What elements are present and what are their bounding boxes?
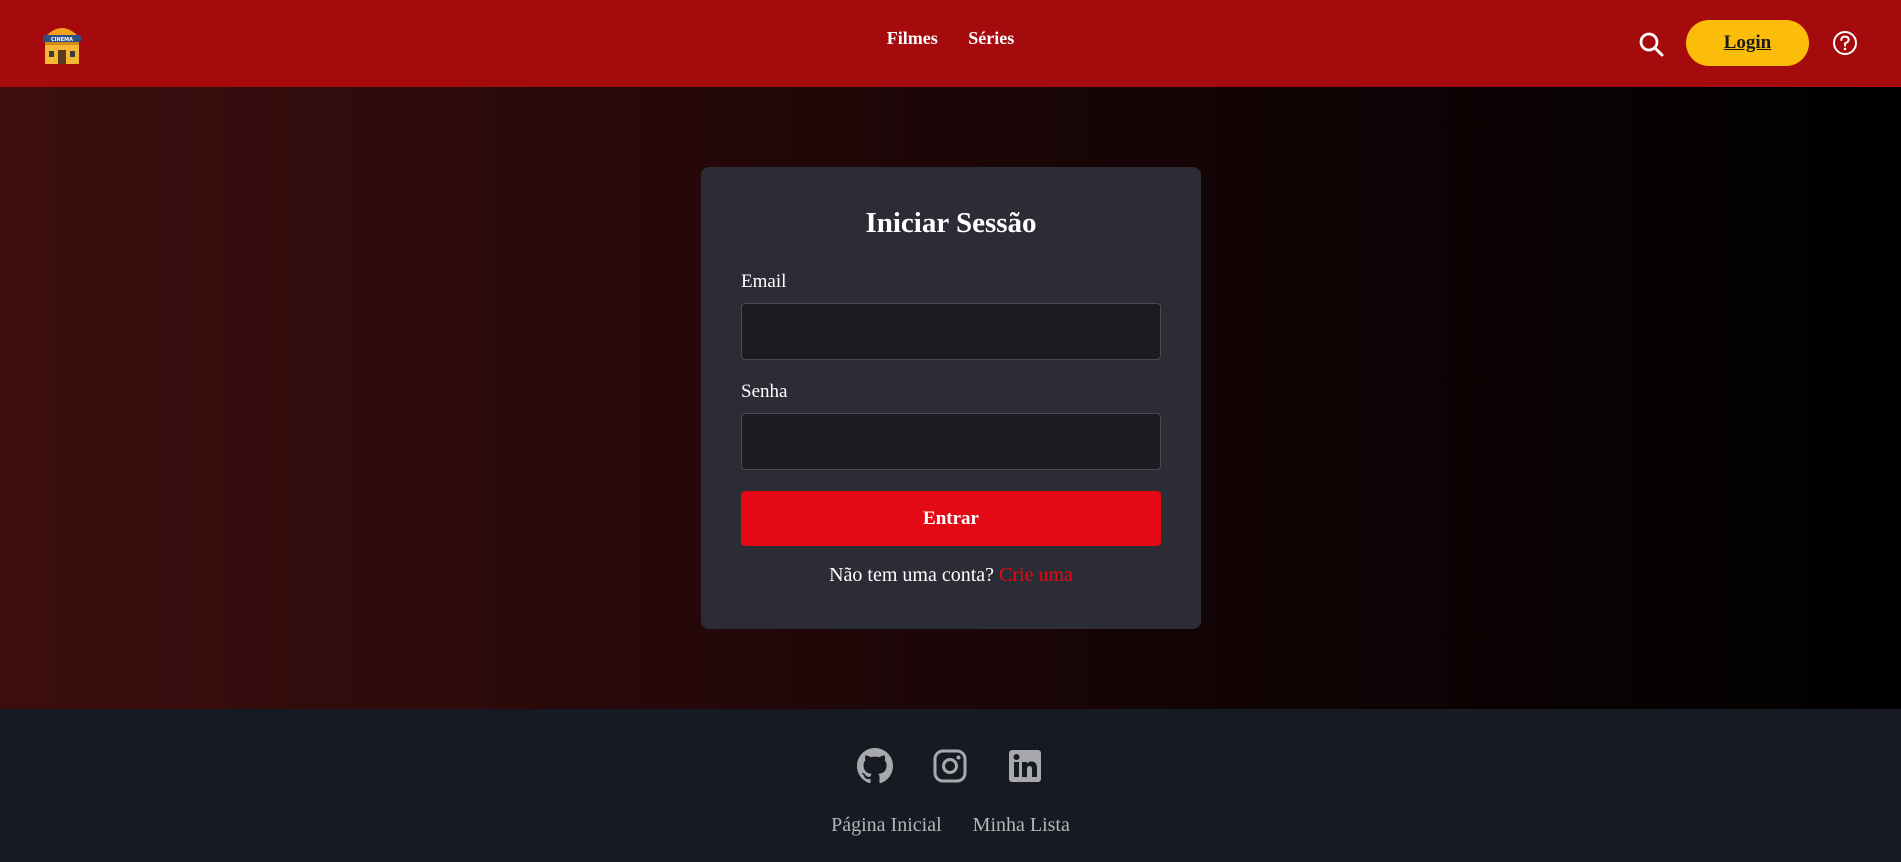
email-label: Email: [741, 271, 787, 292]
main-nav: Filmes Séries: [0, 28, 1901, 49]
github-icon[interactable]: [857, 748, 893, 784]
login-title: Iniciar Sessão: [865, 207, 1037, 239]
login-button[interactable]: Login: [1686, 20, 1809, 66]
password-label: Senha: [741, 381, 788, 402]
footer: Página Inicial Minha Lista: [0, 709, 1901, 862]
signup-link[interactable]: Crie uma: [999, 564, 1073, 586]
footer-link-my-list[interactable]: Minha Lista: [973, 814, 1070, 836]
linkedin-icon[interactable]: [1007, 748, 1043, 784]
signup-prompt: Não tem uma conta? Crie uma: [701, 564, 1201, 587]
search-icon[interactable]: [1638, 31, 1664, 57]
password-field[interactable]: [741, 413, 1161, 470]
nav-series[interactable]: Séries: [968, 28, 1014, 48]
top-navbar: CINEMA Filmes Séries Login: [0, 0, 1901, 87]
submit-button[interactable]: Entrar: [741, 491, 1161, 546]
email-field[interactable]: [741, 303, 1161, 360]
login-card: Iniciar Sessão Email Senha Entrar Não te…: [701, 167, 1201, 629]
signup-prompt-text: Não tem uma conta?: [829, 564, 995, 586]
instagram-icon[interactable]: [932, 748, 968, 784]
footer-links: Página Inicial Minha Lista: [0, 814, 1901, 837]
footer-link-home[interactable]: Página Inicial: [831, 814, 942, 836]
help-icon[interactable]: [1832, 30, 1858, 56]
nav-filmes[interactable]: Filmes: [887, 28, 938, 48]
login-section: Iniciar Sessão Email Senha Entrar Não te…: [0, 87, 1901, 709]
